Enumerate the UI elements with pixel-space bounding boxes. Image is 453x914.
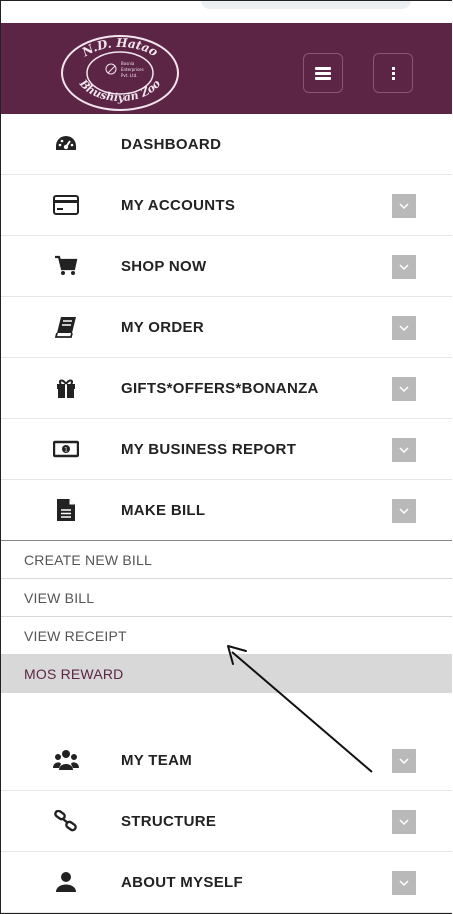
menu-label: MAKE BILL bbox=[121, 502, 206, 519]
dashboard-gauge-icon bbox=[53, 132, 79, 156]
submenu-item-view-bill[interactable]: VIEW BILL bbox=[1, 579, 452, 617]
menu-label: MY TEAM bbox=[121, 752, 192, 769]
browser-top-strip bbox=[1, 1, 452, 23]
submenu-item-view-receipt[interactable]: VIEW RECEIPT bbox=[1, 617, 452, 655]
user-icon bbox=[53, 870, 79, 894]
chevron-down-icon[interactable] bbox=[392, 194, 416, 218]
chevron-down-icon[interactable] bbox=[392, 438, 416, 462]
menu-item-make-bill[interactable]: MAKE BILL bbox=[1, 480, 452, 541]
menu-label: ABOUT MYSELF bbox=[121, 874, 243, 891]
shopping-cart-icon bbox=[53, 254, 79, 278]
chevron-down-icon[interactable] bbox=[392, 316, 416, 340]
file-icon bbox=[53, 498, 79, 522]
menu-item-my-team[interactable]: MY TEAM bbox=[1, 730, 452, 791]
menu-label: MY ORDER bbox=[121, 319, 204, 336]
menu-label: MY BUSINESS REPORT bbox=[121, 441, 297, 458]
menu-toggle-button[interactable] bbox=[303, 53, 343, 93]
menu-label: GIFTS*OFFERS*BONANZA bbox=[121, 380, 319, 397]
menu-label: STRUCTURE bbox=[121, 813, 217, 830]
svg-text:Pvt. Ltd.: Pvt. Ltd. bbox=[121, 73, 138, 78]
menu-item-my-business-report[interactable]: 1 MY BUSINESS REPORT bbox=[1, 419, 452, 480]
chevron-down-icon[interactable] bbox=[392, 499, 416, 523]
menu-item-shop-now[interactable]: SHOP NOW bbox=[1, 236, 452, 297]
svg-text:Enterprises: Enterprises bbox=[121, 67, 144, 72]
sidebar-menu: DASHBOARD MY ACCOUNTS SHOP NOW MY ORDER bbox=[1, 114, 452, 913]
menu-item-dashboard[interactable]: DASHBOARD bbox=[1, 114, 452, 175]
hamburger-icon bbox=[315, 65, 331, 82]
more-options-button[interactable] bbox=[373, 53, 413, 93]
chevron-down-icon[interactable] bbox=[392, 871, 416, 895]
submenu-item-create-new-bill[interactable]: CREATE NEW BILL bbox=[1, 541, 452, 579]
svg-text:1: 1 bbox=[64, 447, 68, 454]
submenu-spacer bbox=[1, 693, 452, 730]
app-frame: N.D. Hatao Bhushiyan Zoo Bosnia Enterpri… bbox=[0, 0, 452, 914]
link-icon bbox=[53, 809, 79, 833]
book-icon bbox=[53, 315, 79, 339]
address-bar-remnant bbox=[201, 1, 411, 9]
chevron-down-icon[interactable] bbox=[392, 749, 416, 773]
menu-item-gifts-offers-bonanza[interactable]: GIFTS*OFFERS*BONANZA bbox=[1, 358, 452, 419]
menu-label: MY ACCOUNTS bbox=[121, 197, 236, 214]
company-logo[interactable]: N.D. Hatao Bhushiyan Zoo Bosnia Enterpri… bbox=[59, 33, 181, 113]
chevron-down-icon[interactable] bbox=[392, 810, 416, 834]
money-icon: 1 bbox=[53, 437, 79, 461]
credit-card-icon bbox=[53, 193, 79, 217]
menu-item-my-order[interactable]: MY ORDER bbox=[1, 297, 452, 358]
chevron-down-icon[interactable] bbox=[392, 377, 416, 401]
svg-text:Bosnia: Bosnia bbox=[121, 61, 135, 66]
menu-label: DASHBOARD bbox=[121, 136, 222, 153]
menu-item-about-myself[interactable]: ABOUT MYSELF bbox=[1, 852, 452, 913]
menu-item-my-accounts[interactable]: MY ACCOUNTS bbox=[1, 175, 452, 236]
svg-text:N.D. Hatao: N.D. Hatao bbox=[79, 36, 160, 60]
submenu-item-mos-reward[interactable]: MOS REWARD bbox=[1, 655, 452, 693]
users-icon bbox=[53, 748, 79, 772]
menu-item-structure[interactable]: STRUCTURE bbox=[1, 791, 452, 852]
chevron-down-icon[interactable] bbox=[392, 255, 416, 279]
gift-icon bbox=[53, 376, 79, 400]
menu-label: SHOP NOW bbox=[121, 258, 207, 275]
vertical-dots-icon bbox=[391, 65, 395, 82]
